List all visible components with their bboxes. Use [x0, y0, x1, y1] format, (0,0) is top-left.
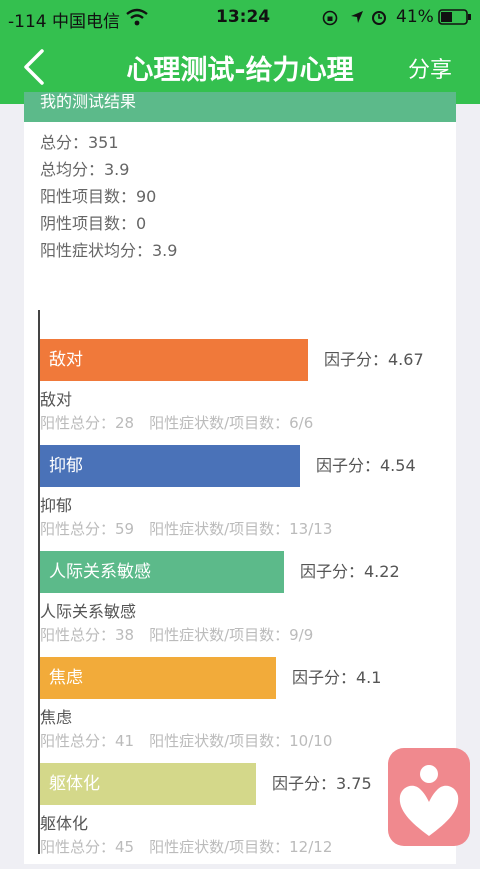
- stat-average: 总均分：3.9: [40, 160, 130, 179]
- factor-score: 因子分：4.54: [316, 456, 416, 475]
- wifi-icon: [126, 8, 148, 26]
- factor-bar: 躯体化: [40, 763, 256, 805]
- factor-row: 抑郁 因子分：4.54 抑郁 阳性总分：59 阳性症状数/项目数：13/13: [40, 445, 460, 551]
- factor-detail: 阳性总分：28 阳性症状数/项目数：6/6: [40, 414, 314, 432]
- factor-bar: 人际关系敏感: [40, 551, 284, 593]
- location-arrow-icon: [351, 11, 363, 23]
- stat-negative-items: 阴性项目数：0: [40, 214, 147, 233]
- battery-text: 41%: [396, 7, 434, 27]
- stat-total: 总分：351: [40, 133, 119, 152]
- share-button[interactable]: 分享: [408, 52, 452, 84]
- factor-detail: 阳性总分：59 阳性症状数/项目数：13/13: [40, 520, 333, 538]
- factor-score: 因子分：4.22: [300, 562, 400, 581]
- factor-bar: 抑郁: [40, 445, 300, 487]
- factor-name: 焦虑: [40, 708, 73, 727]
- factor-bar: 焦虑: [40, 657, 276, 699]
- top-bar: -114 中国电信 13:24 41% 心理测试-给力心理 分享: [0, 0, 480, 104]
- heart-person-icon: [399, 765, 459, 836]
- carrier-text: -114 中国电信: [8, 12, 120, 32]
- factor-name: 躯体化: [40, 814, 89, 833]
- factor-score: 因子分：3.75: [272, 774, 372, 793]
- factor-row: 人际关系敏感 因子分：4.22 人际关系敏感 阳性总分：38 阳性症状数/项目数…: [40, 551, 460, 657]
- factor-row: 敌对 因子分：4.67 敌对 阳性总分：28 阳性症状数/项目数：6/6: [40, 339, 460, 445]
- alarm-icon: [372, 11, 386, 25]
- factor-detail: 阳性总分：38 阳性症状数/项目数：9/9: [40, 626, 314, 644]
- factor-detail: 阳性总分：41 阳性症状数/项目数：10/10: [40, 732, 333, 750]
- factor-name: 人际关系敏感: [40, 602, 137, 621]
- battery-icon: [438, 9, 471, 25]
- app-badge[interactable]: [388, 748, 470, 846]
- factor-name: 敌对: [40, 390, 73, 409]
- status-bar: -114 中国电信 13:24 41%: [0, 0, 480, 34]
- card-header: 我的测试结果: [24, 92, 456, 122]
- factor-name: 抑郁: [40, 496, 73, 515]
- factor-score: 因子分：4.1: [292, 668, 382, 687]
- time-text: 13:24: [216, 7, 271, 27]
- stats-list: 总分：351 总均分：3.9 阳性项目数：90 阴性项目数：0 阳性症状均分：3…: [40, 134, 177, 269]
- lock-rotation-icon: [322, 10, 338, 26]
- factor-score: 因子分：4.67: [324, 350, 424, 369]
- stat-positive-average: 阳性症状均分：3.9: [40, 241, 178, 260]
- factor-bar: 敌对: [40, 339, 308, 381]
- stat-positive-items: 阳性项目数：90: [40, 187, 157, 206]
